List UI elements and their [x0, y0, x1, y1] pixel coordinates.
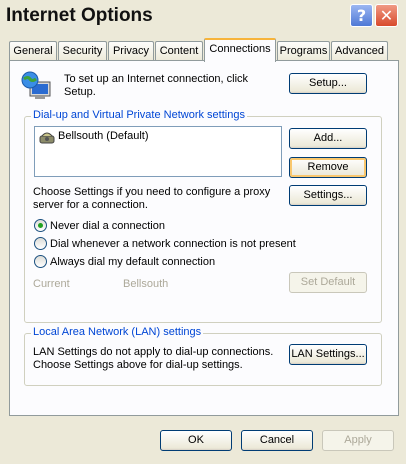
radio-dial-when-no-network-label[interactable]: Dial whenever a network connection is no… [50, 238, 296, 251]
setup-button[interactable]: Setup... [289, 73, 367, 94]
network-globe-icon [20, 70, 52, 102]
add-button[interactable]: Add... [289, 128, 367, 149]
radio-never-dial-label[interactable]: Never dial a connection [50, 220, 165, 233]
tab-security[interactable]: Security [58, 41, 107, 61]
close-button[interactable]: ✕ [375, 4, 398, 27]
title-bar: Internet Options ? ✕ [0, 0, 406, 34]
tab-general[interactable]: General [9, 41, 57, 61]
phone-icon [39, 130, 55, 144]
radio-always-dial-label[interactable]: Always dial my default connection [50, 256, 215, 269]
radio-never-dial[interactable] [34, 219, 47, 232]
remove-button[interactable]: Remove [289, 157, 367, 178]
ok-button[interactable]: OK [160, 430, 232, 451]
apply-button[interactable]: Apply [322, 430, 394, 451]
tab-advanced[interactable]: Advanced [331, 41, 388, 61]
proxy-settings-description: Choose Settings if you need to configure… [33, 186, 271, 211]
lan-description: LAN Settings do not apply to dial-up con… [33, 346, 274, 371]
tab-content[interactable]: Content [155, 41, 203, 61]
lan-settings-button[interactable]: LAN Settings... [289, 344, 367, 365]
tab-strip: General Security Privacy Content Connect… [9, 38, 399, 62]
tab-connections[interactable]: Connections [204, 38, 276, 62]
current-label: Current [33, 278, 70, 290]
radio-dial-when-no-network[interactable] [34, 237, 47, 250]
connections-list[interactable]: Bellsouth (Default) [34, 126, 282, 177]
setup-description: To set up an Internet connection, click … [64, 73, 249, 98]
list-item-label: Bellsouth (Default) [58, 130, 149, 142]
settings-button[interactable]: Settings... [289, 185, 367, 206]
connections-panel: To set up an Internet connection, click … [9, 60, 399, 416]
window-title: Internet Options [6, 5, 153, 26]
dialup-group-title: Dial-up and Virtual Private Network sett… [31, 109, 247, 121]
lan-group-title: Local Area Network (LAN) settings [31, 326, 204, 338]
current-connection-value: Bellsouth [123, 278, 169, 290]
help-button[interactable]: ? [350, 4, 373, 27]
set-default-button[interactable]: Set Default [289, 272, 367, 293]
tab-programs[interactable]: Programs [277, 41, 330, 61]
cancel-button[interactable]: Cancel [241, 430, 313, 451]
radio-always-dial[interactable] [34, 255, 47, 268]
tab-privacy[interactable]: Privacy [108, 41, 154, 61]
